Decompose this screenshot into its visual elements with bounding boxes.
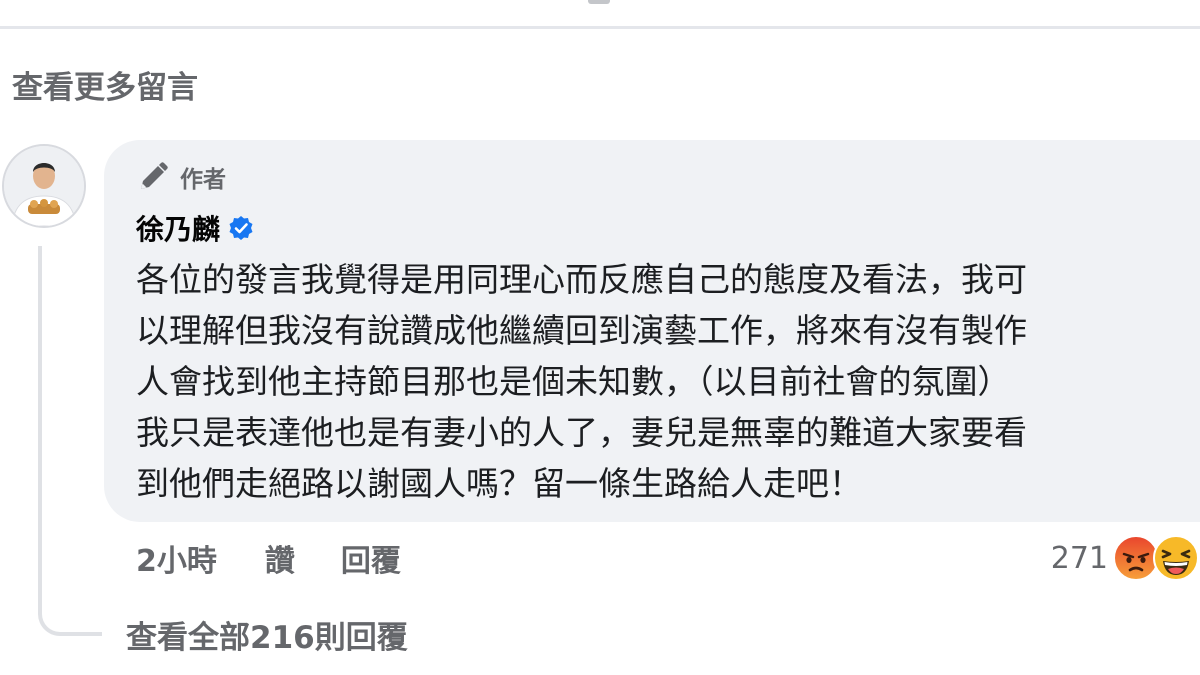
pencil-icon — [141, 162, 168, 189]
verified-badge-icon — [229, 216, 253, 240]
avatar[interactable] — [2, 144, 86, 228]
author-badge: 作者 — [136, 160, 226, 194]
top-handle — [588, 0, 610, 4]
comment-text: 各位的發言我覺得是用同理心而反應自己的態度及看法，我可 以理解但我沒有說讚成他繼… — [136, 254, 1186, 509]
comment-text-line: 以理解但我沒有說讚成他繼續回到演藝工作，將來有沒有製作 — [136, 311, 1027, 350]
comment-text-line: 到他們走絕路以謝國人嗎？留一條生路給人走吧！ — [136, 464, 862, 503]
comment-timestamp[interactable]: 2小時 — [136, 536, 217, 580]
comment-text-line: 人會找到他主持節目那也是個未知數，（以目前社會的氛圍） — [136, 362, 1011, 401]
reactions-summary[interactable]: 271 — [1051, 532, 1200, 584]
like-button[interactable]: 讚 — [265, 536, 295, 580]
view-all-replies-link[interactable]: 查看全部216則回覆 — [126, 612, 408, 657]
top-divider — [0, 26, 1200, 29]
comment-action-bar: 2小時 讚 回覆 — [136, 532, 401, 584]
comment-thread: 查看更多留言 作者 徐乃麟 各位的發言我覺得是用同理心而反應自己的態度及看法，我… — [0, 0, 1200, 675]
reply-thread-connector — [38, 246, 102, 636]
comment-text-line: 各位的發言我覺得是用同理心而反應自己的態度及看法，我可 — [136, 260, 1027, 299]
author-badge-label: 作者 — [180, 167, 226, 193]
reaction-count: 271 — [1050, 540, 1108, 576]
haha-reaction-icon — [1153, 535, 1199, 581]
reply-button[interactable]: 回覆 — [341, 536, 401, 580]
view-more-comments-link[interactable]: 查看更多留言 — [12, 62, 198, 107]
avatar-image — [4, 146, 84, 226]
comment-text-line: 我只是表達他也是有妻小的人了，妻兒是無辜的難道大家要看 — [136, 413, 1027, 452]
commenter-name-row: 徐乃麟 — [136, 208, 254, 248]
commenter-name[interactable]: 徐乃麟 — [136, 208, 220, 248]
